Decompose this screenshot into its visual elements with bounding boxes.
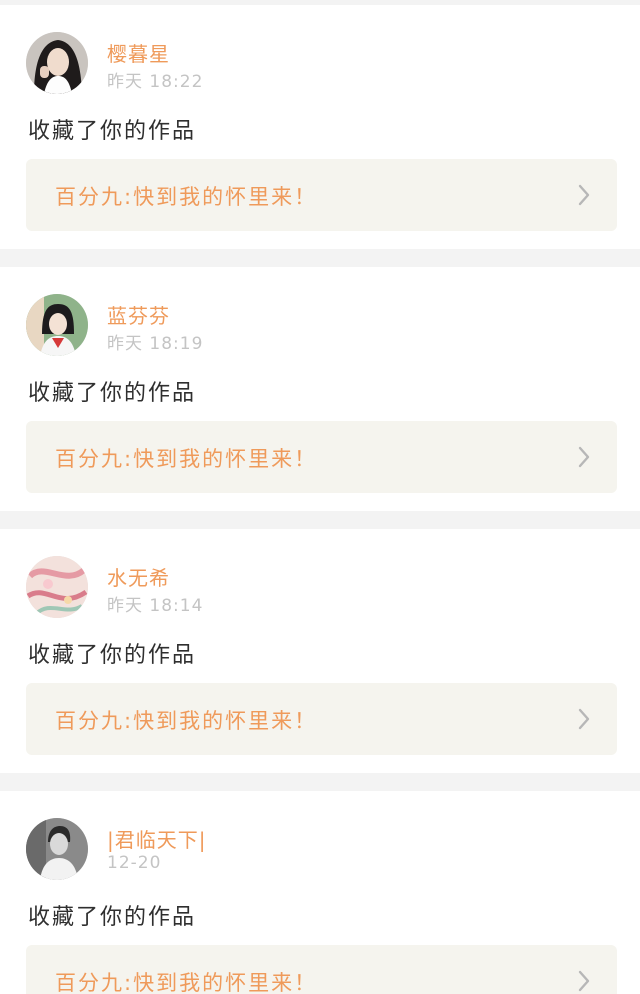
notification-card: 樱暮星 昨天 18:22 收藏了你的作品 百分九:快到我的怀里来！ <box>0 5 640 249</box>
work-title: 百分九:快到我的怀里来！ <box>55 971 318 994</box>
work-link-card[interactable]: 百分九:快到我的怀里来！ <box>26 683 617 755</box>
work-title: 百分九:快到我的怀里来！ <box>55 185 318 209</box>
action-text: 收藏了你的作品 <box>28 381 197 406</box>
work-title: 百分九:快到我的怀里来！ <box>55 709 318 733</box>
user-avatar[interactable] <box>26 294 88 356</box>
user-avatar[interactable] <box>26 32 88 94</box>
timestamp: 12-20 <box>107 853 162 873</box>
notification-card: |君临天下| 12-20 收藏了你的作品 百分九:快到我的怀里来！ <box>0 791 640 994</box>
work-link-card[interactable]: 百分九:快到我的怀里来！ <box>26 945 617 994</box>
user-name[interactable]: |君临天下| <box>107 824 206 853</box>
user-name[interactable]: 水无希 <box>107 562 170 591</box>
avatar-man-grayscale-icon <box>26 818 88 880</box>
chevron-right-icon <box>578 184 590 206</box>
avatar-pink-illustration-icon <box>26 556 88 618</box>
work-link-card[interactable]: 百分九:快到我的怀里来！ <box>26 421 617 493</box>
action-text: 收藏了你的作品 <box>28 905 197 930</box>
work-title: 百分九:快到我的怀里来！ <box>55 447 318 471</box>
timestamp: 昨天 18:14 <box>107 596 204 616</box>
timestamp: 昨天 18:22 <box>107 72 204 92</box>
user-avatar[interactable] <box>26 556 88 618</box>
user-name[interactable]: 樱暮星 <box>107 38 170 67</box>
action-text: 收藏了你的作品 <box>28 119 197 144</box>
notification-feed: 樱暮星 昨天 18:22 收藏了你的作品 百分九:快到我的怀里来！ 蓝芬芬 昨天… <box>0 0 640 994</box>
notification-card: 水无希 昨天 18:14 收藏了你的作品 百分九:快到我的怀里来！ <box>0 529 640 773</box>
avatar-girl-sailor-uniform-icon <box>26 294 88 356</box>
notification-card: 蓝芬芬 昨天 18:19 收藏了你的作品 百分九:快到我的怀里来！ <box>0 267 640 511</box>
chevron-right-icon <box>578 446 590 468</box>
user-name[interactable]: 蓝芬芬 <box>107 300 170 329</box>
timestamp: 昨天 18:19 <box>107 334 204 354</box>
action-text: 收藏了你的作品 <box>28 643 197 668</box>
user-avatar[interactable] <box>26 818 88 880</box>
work-link-card[interactable]: 百分九:快到我的怀里来！ <box>26 159 617 231</box>
chevron-right-icon <box>578 708 590 730</box>
avatar-girl-dark-hair-icon <box>26 32 88 94</box>
chevron-right-icon <box>578 970 590 992</box>
